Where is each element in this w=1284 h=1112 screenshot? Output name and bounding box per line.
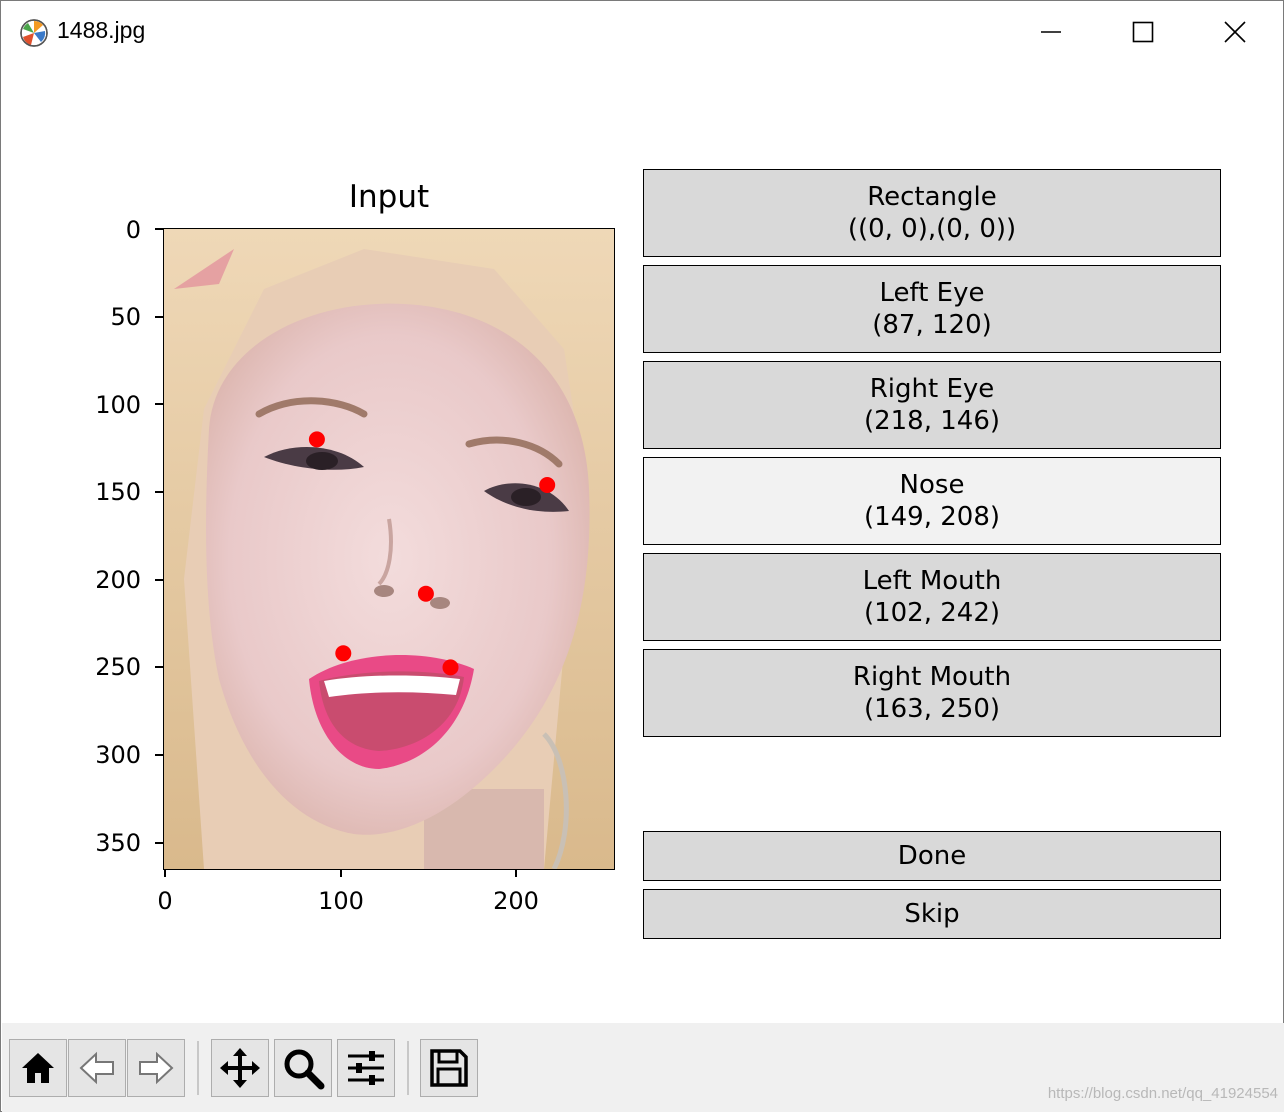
button-value: (149, 208): [863, 502, 1001, 532]
button-label: Nose: [899, 470, 965, 500]
rectangle-button[interactable]: Rectangle ((0, 0),(0, 0)): [643, 169, 1221, 257]
x-tick: [164, 869, 166, 877]
x-tick-label: 0: [157, 887, 173, 915]
y-tick-label: 200: [95, 566, 141, 594]
right-eye-button[interactable]: Right Eye (218, 146): [643, 361, 1221, 449]
navigation-toolbar: https://blog.csdn.net/qq_41924554: [2, 1023, 1284, 1112]
y-tick: [155, 491, 163, 493]
x-tick-label: 200: [493, 887, 539, 915]
right-mouth-button[interactable]: Right Mouth (163, 250): [643, 649, 1221, 737]
toolbar-separator: [197, 1041, 199, 1095]
y-tick: [155, 579, 163, 581]
y-tick-label: 300: [95, 741, 141, 769]
zoom-icon: [284, 1049, 325, 1090]
window-title: 1488.jpg: [57, 17, 146, 43]
button-label: Left Eye: [879, 278, 985, 308]
image-axes[interactable]: [163, 228, 615, 870]
left-eye-button[interactable]: Left Eye (87, 120): [643, 265, 1221, 353]
pan-icon: [220, 1048, 260, 1088]
forward-arrow-icon: [139, 1051, 174, 1085]
zoom-button[interactable]: [274, 1039, 332, 1097]
landmark-point: [335, 645, 352, 662]
x-tick: [340, 869, 342, 877]
y-tick: [155, 316, 163, 318]
button-label: Skip: [904, 899, 960, 929]
nose-button[interactable]: Nose (149, 208): [643, 457, 1221, 545]
landmark-point: [442, 659, 459, 676]
button-label: Rectangle: [867, 182, 997, 212]
configure-subplots-icon: [348, 1051, 384, 1085]
home-button[interactable]: [9, 1039, 67, 1097]
y-tick: [155, 754, 163, 756]
button-value: ((0, 0),(0, 0)): [847, 214, 1017, 244]
back-button[interactable]: [68, 1039, 126, 1097]
y-tick-label: 0: [125, 216, 141, 244]
y-tick-label: 150: [95, 478, 141, 506]
matplotlib-logo-icon: [20, 19, 48, 47]
left-mouth-button[interactable]: Left Mouth (102, 242): [643, 553, 1221, 641]
configure-subplots-button[interactable]: [337, 1039, 395, 1097]
close-icon: [1224, 21, 1246, 43]
face-image: [164, 229, 614, 869]
skip-button[interactable]: Skip: [643, 889, 1221, 939]
pan-button[interactable]: [211, 1039, 269, 1097]
plot-title: Input: [348, 179, 430, 215]
y-tick-label: 350: [95, 829, 141, 857]
y-tick: [155, 842, 163, 844]
landmark-point: [417, 585, 434, 602]
y-tick: [155, 403, 163, 405]
y-tick-label: 50: [110, 303, 141, 331]
close-button[interactable]: [1189, 1, 1281, 63]
maximize-icon: [1132, 21, 1154, 43]
button-label: Right Eye: [869, 374, 995, 404]
button-value: (218, 146): [863, 406, 1001, 436]
minimize-icon: [1041, 31, 1061, 33]
y-tick: [155, 666, 163, 668]
landmark-point: [539, 477, 556, 493]
done-button[interactable]: Done: [643, 831, 1221, 881]
x-tick-label: 100: [318, 887, 364, 915]
watermark: https://blog.csdn.net/qq_41924554: [1047, 1085, 1278, 1102]
save-button[interactable]: [420, 1039, 478, 1097]
save-icon: [430, 1049, 468, 1087]
button-label: Right Mouth: [852, 662, 1012, 692]
button-value: (163, 250): [863, 694, 1001, 724]
home-icon: [22, 1053, 54, 1083]
maximize-button[interactable]: [1097, 1, 1189, 63]
y-tick: [155, 228, 163, 230]
button-label: Left Mouth: [862, 566, 1002, 596]
back-arrow-icon: [79, 1051, 114, 1085]
title-bar[interactable]: 1488.jpg: [1, 1, 1283, 63]
y-tick-label: 100: [95, 391, 141, 419]
minimize-button[interactable]: [1005, 1, 1097, 63]
x-tick: [515, 869, 517, 877]
forward-button[interactable]: [127, 1039, 185, 1097]
y-tick-label: 250: [95, 653, 141, 681]
button-value: (102, 242): [863, 598, 1001, 628]
landmark-point: [308, 431, 325, 448]
button-value: (87, 120): [872, 310, 992, 340]
button-label: Done: [897, 841, 967, 871]
toolbar-separator: [407, 1041, 409, 1095]
figure-window: 1488.jpg Input 0 50 100 150 200 250 300 …: [0, 0, 1284, 1112]
